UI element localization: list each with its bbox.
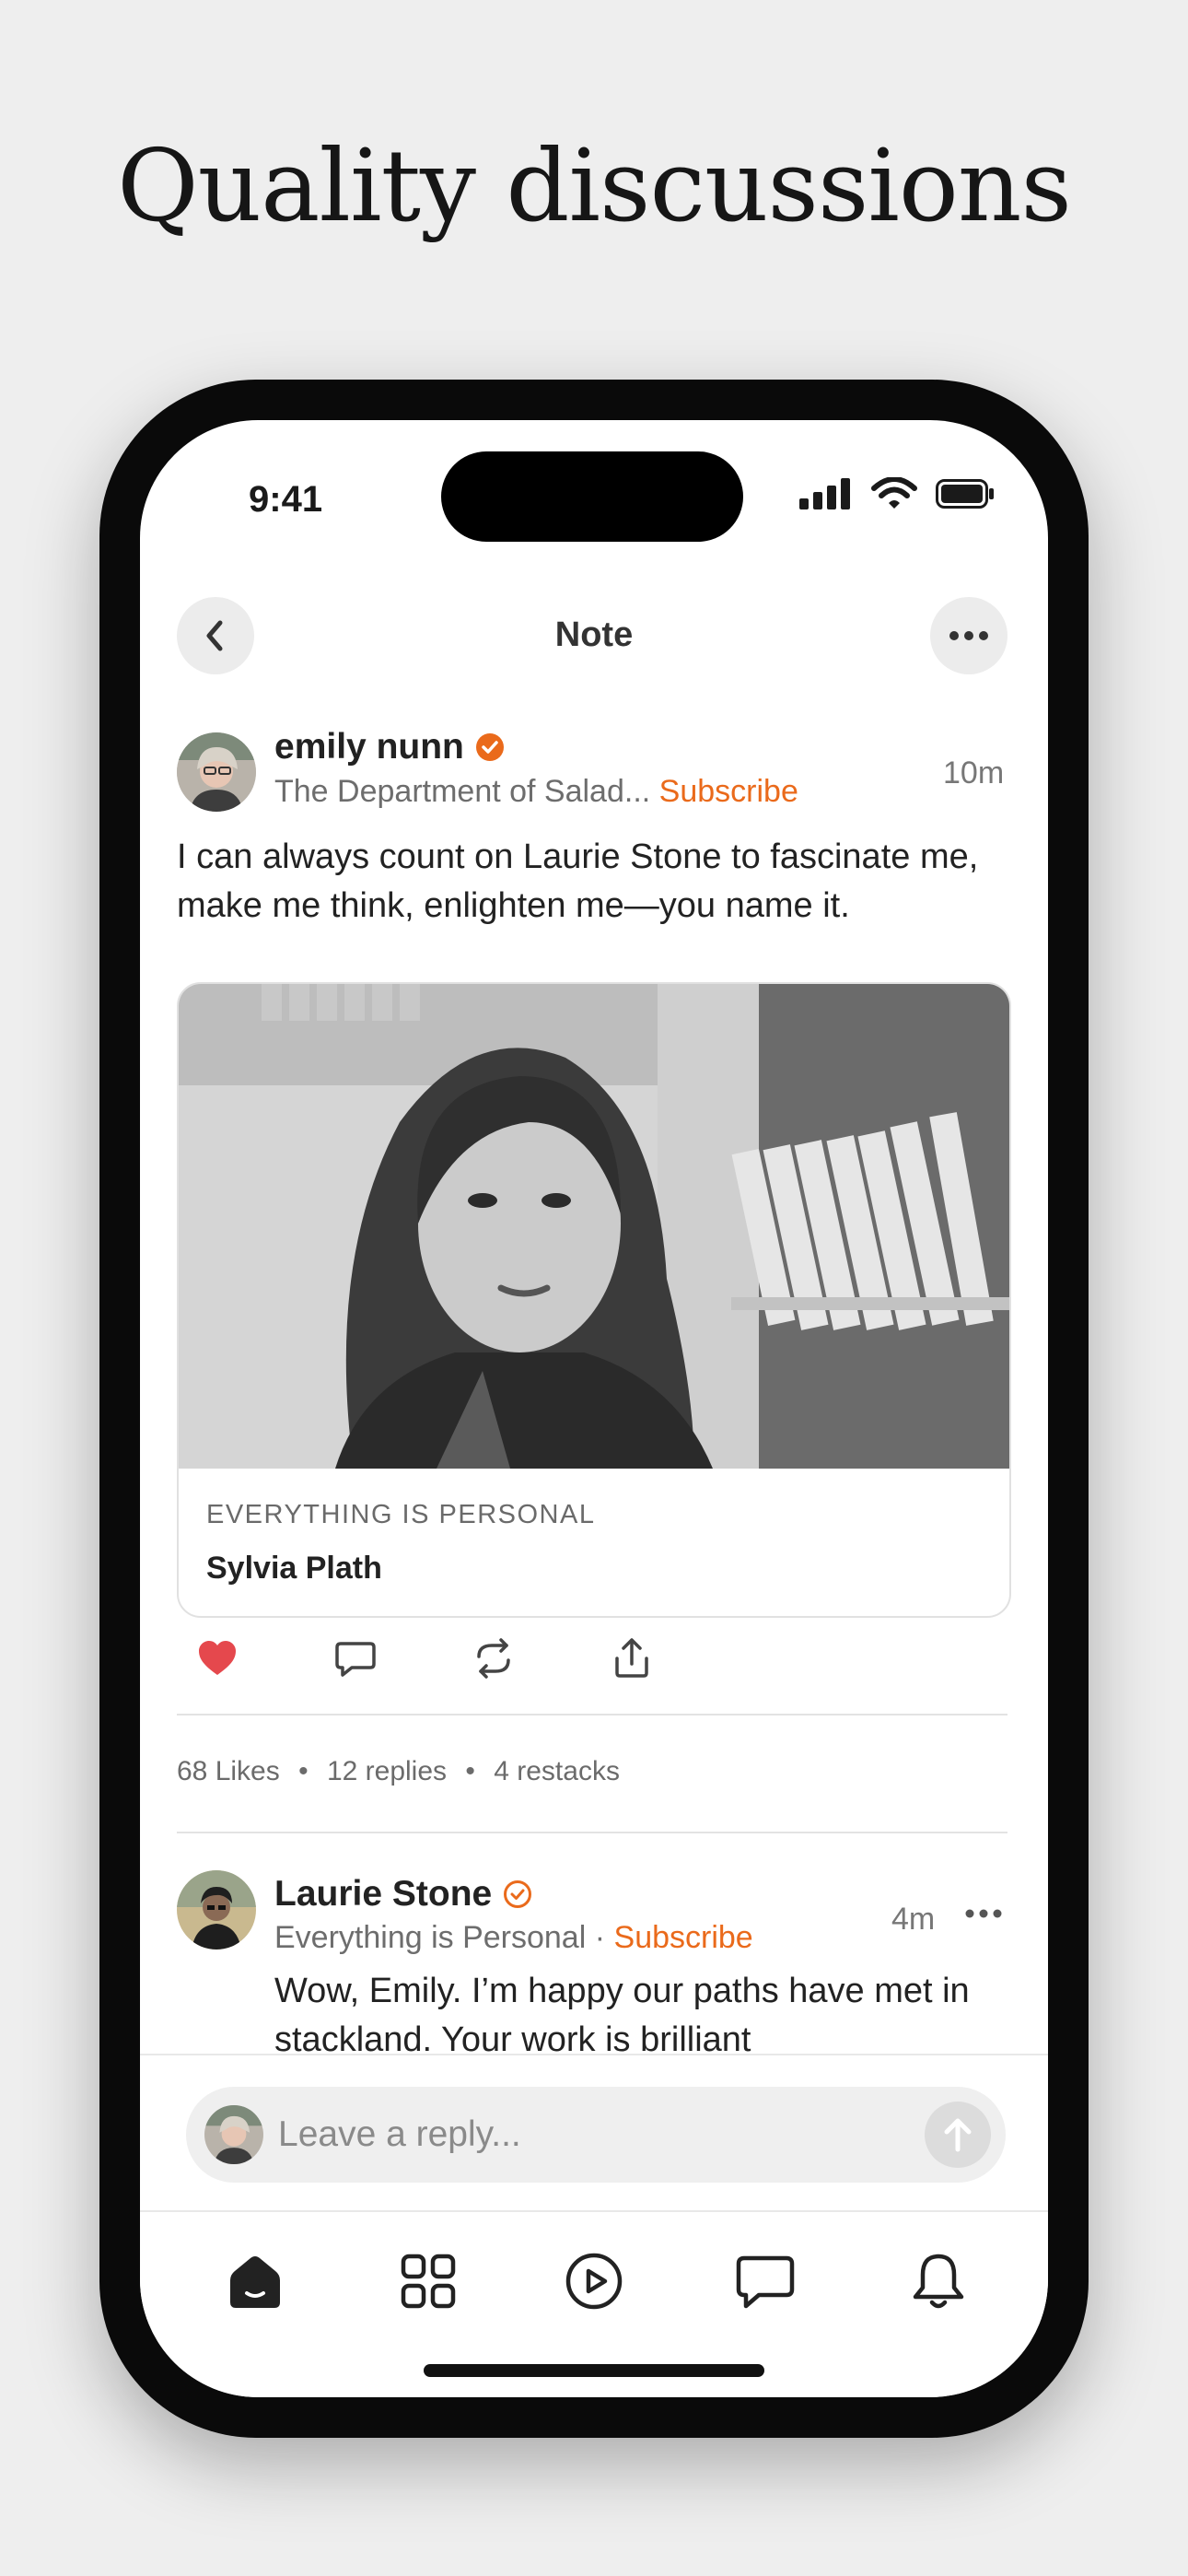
chat-icon — [736, 2255, 795, 2309]
likes-count[interactable]: 68 Likes — [177, 1756, 280, 1786]
composer-avatar — [204, 2105, 263, 2164]
arrow-up-icon — [944, 2118, 972, 2152]
author-name[interactable]: emily nunn — [274, 727, 505, 767]
note-stats: 68 Likes • 12 replies • 4 restacks — [177, 1756, 620, 1787]
page-title: Note — [554, 615, 634, 654]
heart-icon — [199, 1641, 236, 1675]
post-title: Sylvia Plath — [206, 1551, 382, 1586]
reply-timestamp: 4m — [891, 1902, 936, 1937]
restack-button[interactable] — [472, 1636, 516, 1680]
ellipsis-icon — [949, 631, 988, 640]
phone-frame: 9:41 Note emily nunn The Department of S… — [99, 380, 1089, 2438]
share-button[interactable] — [610, 1636, 654, 1680]
subscribe-link[interactable]: Subscribe — [659, 774, 798, 809]
divider — [177, 1714, 1007, 1715]
reply-author-avatar[interactable] — [177, 1870, 256, 1950]
author-publication: The Department of Salad... Subscribe — [274, 774, 798, 810]
embedded-post-card[interactable]: EVERYTHING IS PERSONAL Sylvia Plath — [177, 982, 1011, 1618]
status-icons — [799, 477, 995, 510]
reply-author-publication: Everything is Personal · Subscribe — [274, 1920, 753, 1956]
author-avatar[interactable] — [177, 732, 256, 812]
verified-outline-badge-icon — [504, 1880, 532, 1908]
home-indicator[interactable] — [424, 2364, 764, 2377]
reply-author-name-text: Laurie Stone — [274, 1874, 493, 1914]
reply-author-name[interactable]: Laurie Stone — [274, 1874, 532, 1914]
author-name-text: emily nunn — [274, 727, 464, 767]
status-time: 9:41 — [249, 479, 323, 520]
wifi-icon — [871, 477, 917, 509]
stats-separator: • — [465, 1756, 475, 1786]
tab-media[interactable] — [562, 2249, 626, 2313]
home-icon — [230, 2256, 280, 2308]
reply-input[interactable]: Leave a reply... — [186, 2087, 1006, 2183]
ellipsis-icon — [965, 1909, 1002, 1918]
phone-screen: 9:41 Note emily nunn The Department of S… — [140, 420, 1048, 2397]
more-options-button[interactable] — [930, 597, 1007, 674]
tab-explore[interactable] — [396, 2249, 460, 2313]
comment-icon — [335, 1642, 376, 1677]
post-publication-kicker: EVERYTHING IS PERSONAL — [206, 1500, 596, 1529]
post-photo — [179, 984, 1009, 1469]
tab-notifications[interactable] — [906, 2249, 971, 2313]
reply-publication-name[interactable]: Everything is Personal — [274, 1920, 586, 1955]
battery-icon — [936, 479, 994, 509]
replies-count[interactable]: 12 replies — [327, 1756, 447, 1786]
dynamic-island — [441, 451, 743, 542]
share-icon — [615, 1638, 648, 1678]
restacks-count[interactable]: 4 restacks — [494, 1756, 620, 1786]
publication-name[interactable]: The Department of Salad... — [274, 774, 650, 809]
divider — [177, 1832, 1007, 1833]
tab-home[interactable] — [223, 2249, 287, 2313]
bell-icon — [913, 2254, 964, 2309]
restack-icon — [477, 1638, 510, 1679]
tab-chat[interactable] — [733, 2249, 798, 2313]
cellular-signal-icon — [799, 478, 850, 509]
note-text: I can always count on Laurie Stone to fa… — [177, 837, 979, 925]
reply-sub-separator: · — [594, 1920, 606, 1955]
play-icon — [565, 2253, 623, 2310]
headline: Quality discussions — [117, 129, 1072, 244]
reply-subscribe-link[interactable]: Subscribe — [614, 1920, 753, 1955]
reply-composer: Leave a reply... — [140, 2054, 1048, 2212]
note-timestamp: 10m — [943, 755, 1005, 790]
like-button[interactable] — [195, 1636, 239, 1680]
verified-badge-icon — [475, 733, 504, 761]
send-button[interactable] — [925, 2102, 991, 2168]
reply-more-button[interactable] — [965, 1907, 1002, 1935]
grid-icon — [401, 2254, 456, 2309]
reply-placeholder: Leave a reply... — [278, 2114, 521, 2154]
reply-text: Wow, Emily. I’m happy our paths have met… — [274, 1972, 970, 2059]
stats-separator: • — [298, 1756, 309, 1786]
reply-button[interactable] — [333, 1636, 378, 1680]
